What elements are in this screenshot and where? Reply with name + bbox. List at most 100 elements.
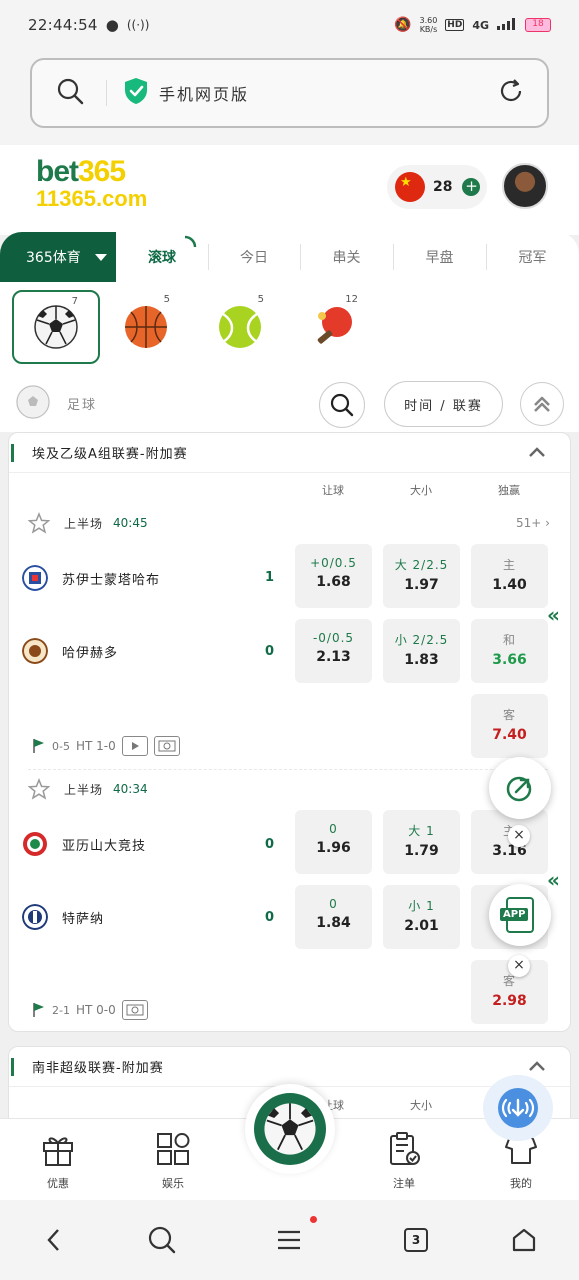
chevron-up-icon[interactable] <box>528 1059 546 1073</box>
back-button[interactable] <box>34 1222 74 1258</box>
odds-away-win[interactable]: 客 7.40 <box>471 694 548 758</box>
more-markets-link[interactable]: 51+ › <box>516 516 550 530</box>
search-icon[interactable] <box>56 77 84 109</box>
odds-home-win[interactable]: 主 1.40 <box>471 544 548 608</box>
pitch-view-icon[interactable] <box>121 1000 148 1020</box>
home-team[interactable]: 苏伊士蒙塔哈布 <box>22 565 160 591</box>
live-arc-icon <box>184 235 197 248</box>
odds-under[interactable]: 小 1 2.01 <box>383 885 460 949</box>
battery-icon: 18 <box>525 18 551 32</box>
hamburger-menu-icon <box>278 1230 300 1250</box>
reload-icon[interactable] <box>497 77 525 109</box>
sport-basketball[interactable]: 5 <box>102 290 190 364</box>
odds-handicap-home[interactable]: +0/0.5 1.68 <box>295 544 372 608</box>
football-icon <box>16 385 50 419</box>
divider <box>28 769 548 770</box>
odds-handicap-away[interactable]: 0 1.84 <box>295 885 372 949</box>
sport-tennis[interactable]: 5 <box>196 290 284 364</box>
league-title: 埃及乙级A组联赛-附加赛 <box>32 447 188 462</box>
share-float-button[interactable] <box>489 757 551 819</box>
league-header[interactable]: 南非超级联赛-附加赛 <box>9 1047 570 1087</box>
chevron-right-icon: › <box>545 516 550 530</box>
col-over-under: 大小 <box>410 1099 432 1112</box>
home-sports-button[interactable] <box>245 1084 335 1174</box>
message-icon: ● <box>105 16 119 34</box>
tab-count: 3 <box>404 1228 428 1252</box>
menu-button[interactable] <box>269 1222 309 1258</box>
match-clock: 40:34 <box>113 782 148 796</box>
hd-badge: HD <box>445 19 465 31</box>
odds-handicap-away[interactable]: -0/0.5 2.13 <box>295 619 372 683</box>
notification-dot <box>310 1216 317 1223</box>
chevron-left-icon <box>47 1229 59 1251</box>
double-chevron-left-icon[interactable]: « <box>547 868 560 892</box>
close-icon[interactable]: × <box>508 955 530 977</box>
sort-button[interactable]: 时间 / 联赛 <box>384 381 503 427</box>
odds-over[interactable]: 大 1 1.79 <box>383 810 460 874</box>
address-bar[interactable]: 手机网页版 <box>30 58 549 128</box>
match-time-row: 上半场 40:34 <box>28 778 148 800</box>
away-team[interactable]: 特萨纳 <box>22 904 104 930</box>
team-crest-icon <box>22 638 48 664</box>
star-icon[interactable] <box>28 512 50 534</box>
pitch-view-icon[interactable] <box>153 736 180 756</box>
play-video-icon[interactable] <box>121 736 148 756</box>
home-button[interactable] <box>504 1222 544 1258</box>
match-period: 上半场 <box>64 782 104 797</box>
table-tennis-icon <box>317 307 352 344</box>
divider <box>106 80 107 106</box>
double-chevron-left-icon[interactable]: « <box>547 603 560 627</box>
home-icon <box>512 1228 536 1252</box>
deposit-plus-icon[interactable]: + <box>462 178 481 196</box>
odds-under[interactable]: 小 2/2.5 1.83 <box>383 619 460 683</box>
tabs-button[interactable]: 3 <box>396 1222 436 1258</box>
odds-over[interactable]: 大 2/2.5 1.97 <box>383 544 460 608</box>
nav-entertainment[interactable]: 娱乐 <box>133 1129 213 1191</box>
search-button[interactable] <box>142 1222 182 1258</box>
balance-amount: 28 <box>433 179 453 195</box>
live-stream-button[interactable] <box>483 1075 553 1141</box>
tab-today[interactable]: 今日 <box>208 232 300 282</box>
odds-draw[interactable]: 和 3.66 <box>471 619 548 683</box>
balance-pill[interactable]: ★ 28 + <box>387 165 487 209</box>
corner-flag-icon <box>33 1003 44 1017</box>
search-icon <box>330 393 354 417</box>
corner-flag-icon <box>33 739 44 753</box>
sport-football[interactable]: 7 <box>12 290 100 364</box>
mute-icon: 🔕 <box>394 17 412 33</box>
odds-handicap-home[interactable]: 0 1.96 <box>295 810 372 874</box>
football-icon <box>34 305 78 349</box>
tab-parlay[interactable]: 串关 <box>300 232 393 282</box>
search-button[interactable] <box>319 382 365 428</box>
league-header[interactable]: 埃及乙级A组联赛-附加赛 <box>9 433 570 473</box>
app-download-button[interactable]: APP <box>489 884 551 946</box>
url-text[interactable]: 手机网页版 <box>159 81 249 105</box>
collapse-all-button[interactable] <box>520 382 564 426</box>
sport-menu-button[interactable]: 365体育 <box>0 232 116 282</box>
net-speed: 3.60 KB/s <box>419 16 438 34</box>
away-team[interactable]: 哈伊赫多 <box>22 638 118 664</box>
filter-bar: 足球 时间 / 联赛 <box>0 372 579 432</box>
football-icon <box>264 1103 316 1155</box>
tab-inplay[interactable]: 滚球 <box>116 232 208 282</box>
chevron-up-icon[interactable] <box>528 445 546 459</box>
broadcast-icon <box>498 1088 538 1128</box>
clipboard-check-icon <box>390 1132 420 1165</box>
gift-icon <box>43 1137 73 1166</box>
basketball-icon <box>125 306 167 348</box>
search-icon <box>148 1226 176 1254</box>
site-header: bet365 11365.com ★ 28 + <box>0 145 579 235</box>
nav-promotions[interactable]: 优惠 <box>18 1129 98 1191</box>
team-crest-icon <box>22 904 48 930</box>
col-over-under: 大小 <box>410 484 432 497</box>
nav-bet-slip[interactable]: 注单 <box>364 1129 444 1191</box>
brand-logo[interactable]: bet365 11365.com <box>36 157 147 210</box>
tab-early[interactable]: 早盘 <box>393 232 486 282</box>
tab-outright[interactable]: 冠军 <box>486 232 579 282</box>
avatar[interactable] <box>502 163 548 209</box>
sport-table-tennis[interactable]: 12 <box>290 290 378 364</box>
status-bar: 22:44:54 ● ((·)) 🔕 3.60 KB/s HD 4G 18 <box>0 0 579 50</box>
close-icon[interactable]: × <box>508 825 530 847</box>
star-icon[interactable] <box>28 778 50 800</box>
home-team[interactable]: 亚历山大竞技 <box>22 831 146 857</box>
